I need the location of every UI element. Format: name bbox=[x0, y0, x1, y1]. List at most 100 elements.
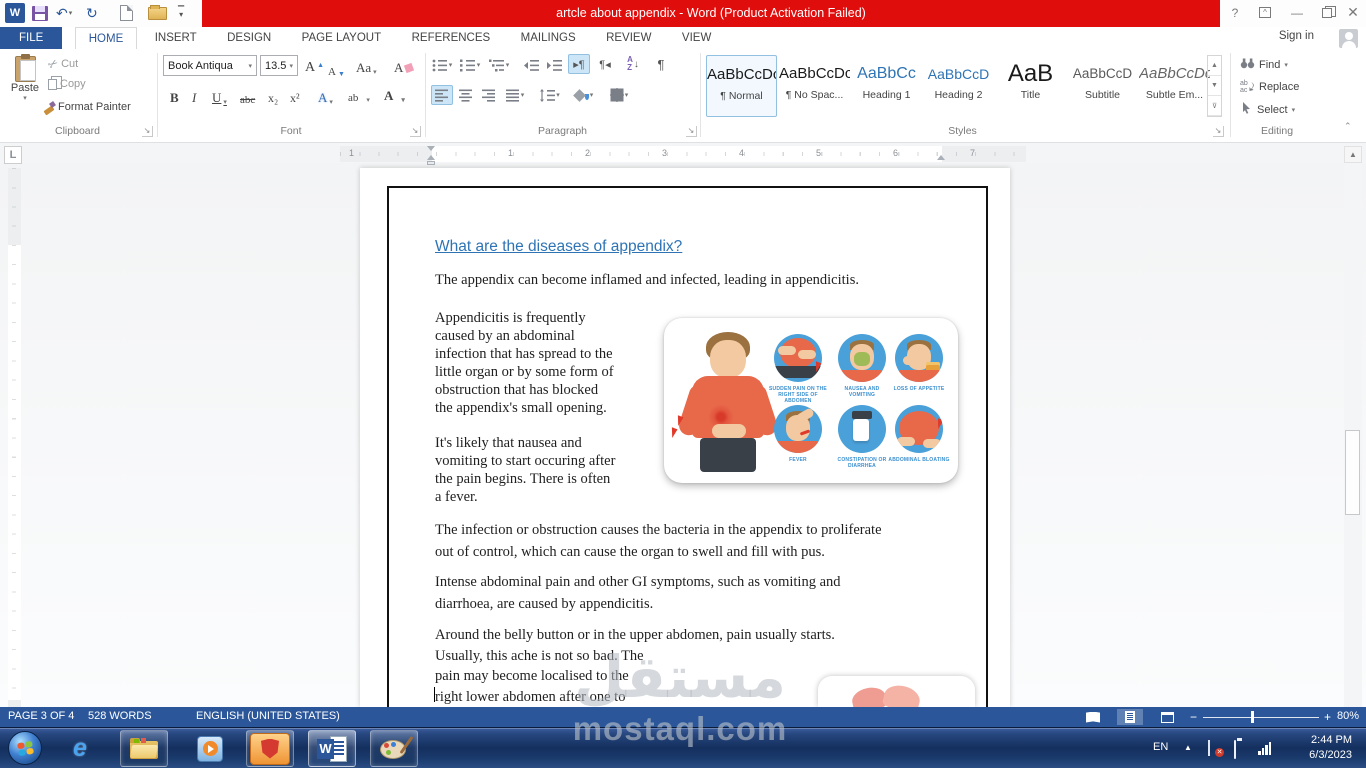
numbering-button[interactable]: ▾ bbox=[459, 55, 481, 75]
collapse-ribbon-icon[interactable]: ⌃ bbox=[1344, 121, 1352, 132]
taskbar-media-player[interactable] bbox=[186, 730, 234, 767]
styles-gallery-scroll[interactable]: ▲ ▼ ⊽ bbox=[1207, 55, 1222, 117]
change-case-button[interactable]: Aa ▾ bbox=[356, 56, 377, 76]
grow-font-button[interactable]: A ▲ bbox=[305, 56, 324, 76]
taskbar-file-explorer[interactable] bbox=[120, 730, 168, 767]
document-area[interactable]: What are the diseases of appendix? The a… bbox=[0, 163, 1366, 707]
tray-clipboard-icon[interactable] bbox=[1234, 740, 1236, 759]
borders-button[interactable]: ▾ bbox=[604, 85, 634, 105]
justify-button[interactable]: ▾ bbox=[501, 85, 529, 105]
align-left-button[interactable] bbox=[431, 85, 453, 105]
paragraph-dialog-launcher[interactable]: ↘ bbox=[686, 126, 697, 137]
undo-icon[interactable]: ↶ ▾ bbox=[56, 3, 72, 23]
tab-mailings[interactable]: MAILINGS bbox=[508, 27, 589, 49]
zoom-slider-handle[interactable] bbox=[1251, 711, 1254, 723]
taskbar-word[interactable]: W bbox=[308, 730, 356, 767]
tray-network-icon[interactable] bbox=[1258, 742, 1271, 755]
font-dialog-launcher[interactable]: ↘ bbox=[410, 126, 421, 137]
superscript-button[interactable]: x² bbox=[290, 86, 300, 106]
restore-button[interactable] bbox=[1314, 0, 1340, 25]
highlight-color-button[interactable]: ab ▾ bbox=[348, 84, 370, 104]
zoom-out-button[interactable]: − bbox=[1190, 710, 1197, 724]
decrease-indent-button[interactable] bbox=[520, 55, 542, 75]
select-button[interactable]: Select ▾ bbox=[1240, 101, 1295, 118]
style-title[interactable]: AaB Title bbox=[995, 55, 1066, 117]
copy-button[interactable]: Copy bbox=[48, 75, 86, 90]
multilevel-list-button[interactable]: ▾ bbox=[488, 55, 510, 75]
bullets-button[interactable]: ▾ bbox=[431, 55, 453, 75]
language-indicator[interactable]: ENGLISH (UNITED STATES) bbox=[196, 710, 340, 722]
right-to-left-text-button[interactable]: ¶◂ bbox=[594, 54, 616, 74]
style-no-spacing[interactable]: AaBbCcDc ¶ No Spac... bbox=[779, 55, 850, 117]
zoom-in-button[interactable]: + bbox=[1324, 710, 1331, 724]
subscript-button[interactable]: x₂ bbox=[268, 86, 278, 106]
taskbar-brave[interactable] bbox=[246, 730, 294, 767]
hanging-indent-marker[interactable] bbox=[427, 155, 435, 160]
tab-view[interactable]: VIEW bbox=[669, 27, 724, 49]
shrink-font-button[interactable]: A ▼ bbox=[328, 58, 345, 78]
tab-insert[interactable]: INSERT bbox=[142, 27, 210, 49]
line-spacing-button[interactable]: ▾ bbox=[536, 85, 564, 105]
zoom-slider-track[interactable] bbox=[1203, 716, 1319, 718]
symptoms-infographic-image[interactable]: SUDDEN PAIN ON THE RIGHT SIDE OF ABDOMEN… bbox=[664, 318, 958, 483]
tray-clock[interactable]: 2:44 PM 6/3/2023 bbox=[1309, 733, 1352, 763]
tray-language[interactable]: EN bbox=[1153, 741, 1168, 753]
italic-button[interactable]: I bbox=[192, 86, 196, 106]
print-layout-button[interactable] bbox=[1117, 709, 1143, 725]
horizontal-ruler[interactable]: 1 1 2 3 4 5 6 7 bbox=[340, 146, 1026, 165]
align-center-button[interactable] bbox=[455, 85, 477, 105]
first-line-indent-marker[interactable] bbox=[427, 146, 435, 151]
clipboard-dialog-launcher[interactable]: ↘ bbox=[142, 126, 153, 137]
replace-button[interactable]: ab ac Replace bbox=[1240, 79, 1299, 95]
underline-button[interactable]: U ▾ bbox=[212, 86, 227, 106]
tab-selector[interactable]: L bbox=[4, 146, 22, 164]
right-indent-marker[interactable] bbox=[937, 155, 945, 160]
font-size-combo[interactable]: 13.5 ▾ bbox=[260, 55, 298, 76]
tab-references[interactable]: REFERENCES bbox=[399, 27, 504, 49]
tray-hidden-icons[interactable]: ▲ bbox=[1184, 743, 1192, 752]
save-icon[interactable] bbox=[32, 6, 48, 21]
text-effects-button[interactable]: A ▾ bbox=[318, 86, 333, 106]
scroll-up-arrow[interactable]: ▲ bbox=[1344, 146, 1362, 163]
show-paragraph-marks-button[interactable]: ¶ bbox=[650, 54, 672, 74]
taskbar-paint[interactable] bbox=[370, 730, 418, 767]
cut-button[interactable]: ✂ Cut bbox=[45, 55, 78, 72]
close-button[interactable]: ✕ bbox=[1340, 0, 1366, 25]
clear-formatting-button[interactable]: A bbox=[394, 56, 415, 76]
help-button[interactable]: ? bbox=[1222, 0, 1248, 25]
vertical-ruler[interactable] bbox=[8, 168, 21, 707]
left-to-right-text-button[interactable]: ▸¶ bbox=[568, 54, 590, 74]
open-folder-icon[interactable] bbox=[148, 5, 167, 20]
vertical-scrollbar[interactable] bbox=[1344, 163, 1362, 707]
ribbon-display-options-button[interactable]: ^ bbox=[1252, 0, 1278, 25]
styles-dialog-launcher[interactable]: ↘ bbox=[1213, 126, 1224, 137]
shading-button[interactable]: ▾ bbox=[570, 85, 598, 105]
style-heading1[interactable]: AaBbCc Heading 1 bbox=[851, 55, 922, 117]
align-right-button[interactable] bbox=[478, 85, 500, 105]
style-normal[interactable]: AaBbCcDc ¶ Normal bbox=[706, 55, 777, 117]
tab-home[interactable]: HOME bbox=[74, 27, 138, 49]
page-indicator[interactable]: PAGE 3 OF 4 bbox=[8, 710, 74, 722]
tab-review[interactable]: REVIEW bbox=[593, 27, 664, 49]
find-button[interactable]: Find ▾ bbox=[1240, 57, 1288, 72]
font-color-button[interactable]: A ▾ bbox=[384, 84, 405, 104]
read-mode-button[interactable] bbox=[1080, 709, 1106, 725]
web-layout-button[interactable] bbox=[1154, 709, 1180, 725]
style-subtle-emphasis[interactable]: AaBbCcDc Subtle Em... bbox=[1139, 55, 1210, 117]
style-subtitle[interactable]: AaBbCcD Subtitle bbox=[1067, 55, 1138, 117]
bold-button[interactable]: B bbox=[170, 86, 179, 106]
qat-customize-icon[interactable]: ▔ ▾ bbox=[178, 3, 184, 23]
document-page[interactable]: What are the diseases of appendix? The a… bbox=[360, 168, 1010, 707]
minimize-button[interactable]: — bbox=[1284, 0, 1310, 25]
zoom-percentage[interactable]: 80% bbox=[1337, 710, 1359, 722]
sign-in-link[interactable]: Sign in bbox=[1279, 30, 1314, 42]
tab-design[interactable]: DESIGN bbox=[214, 27, 284, 49]
font-name-combo[interactable]: Book Antiqua ▾ bbox=[163, 55, 257, 76]
sort-button[interactable]: A Z ↓ bbox=[622, 54, 644, 74]
start-button[interactable] bbox=[8, 731, 42, 765]
tab-page-layout[interactable]: PAGE LAYOUT bbox=[289, 27, 394, 49]
taskbar-internet-explorer[interactable]: e bbox=[56, 730, 104, 767]
appendix-image-partial[interactable] bbox=[818, 676, 975, 707]
paste-button[interactable]: Paste ▾ bbox=[6, 53, 44, 121]
word-count[interactable]: 528 WORDS bbox=[88, 710, 152, 722]
